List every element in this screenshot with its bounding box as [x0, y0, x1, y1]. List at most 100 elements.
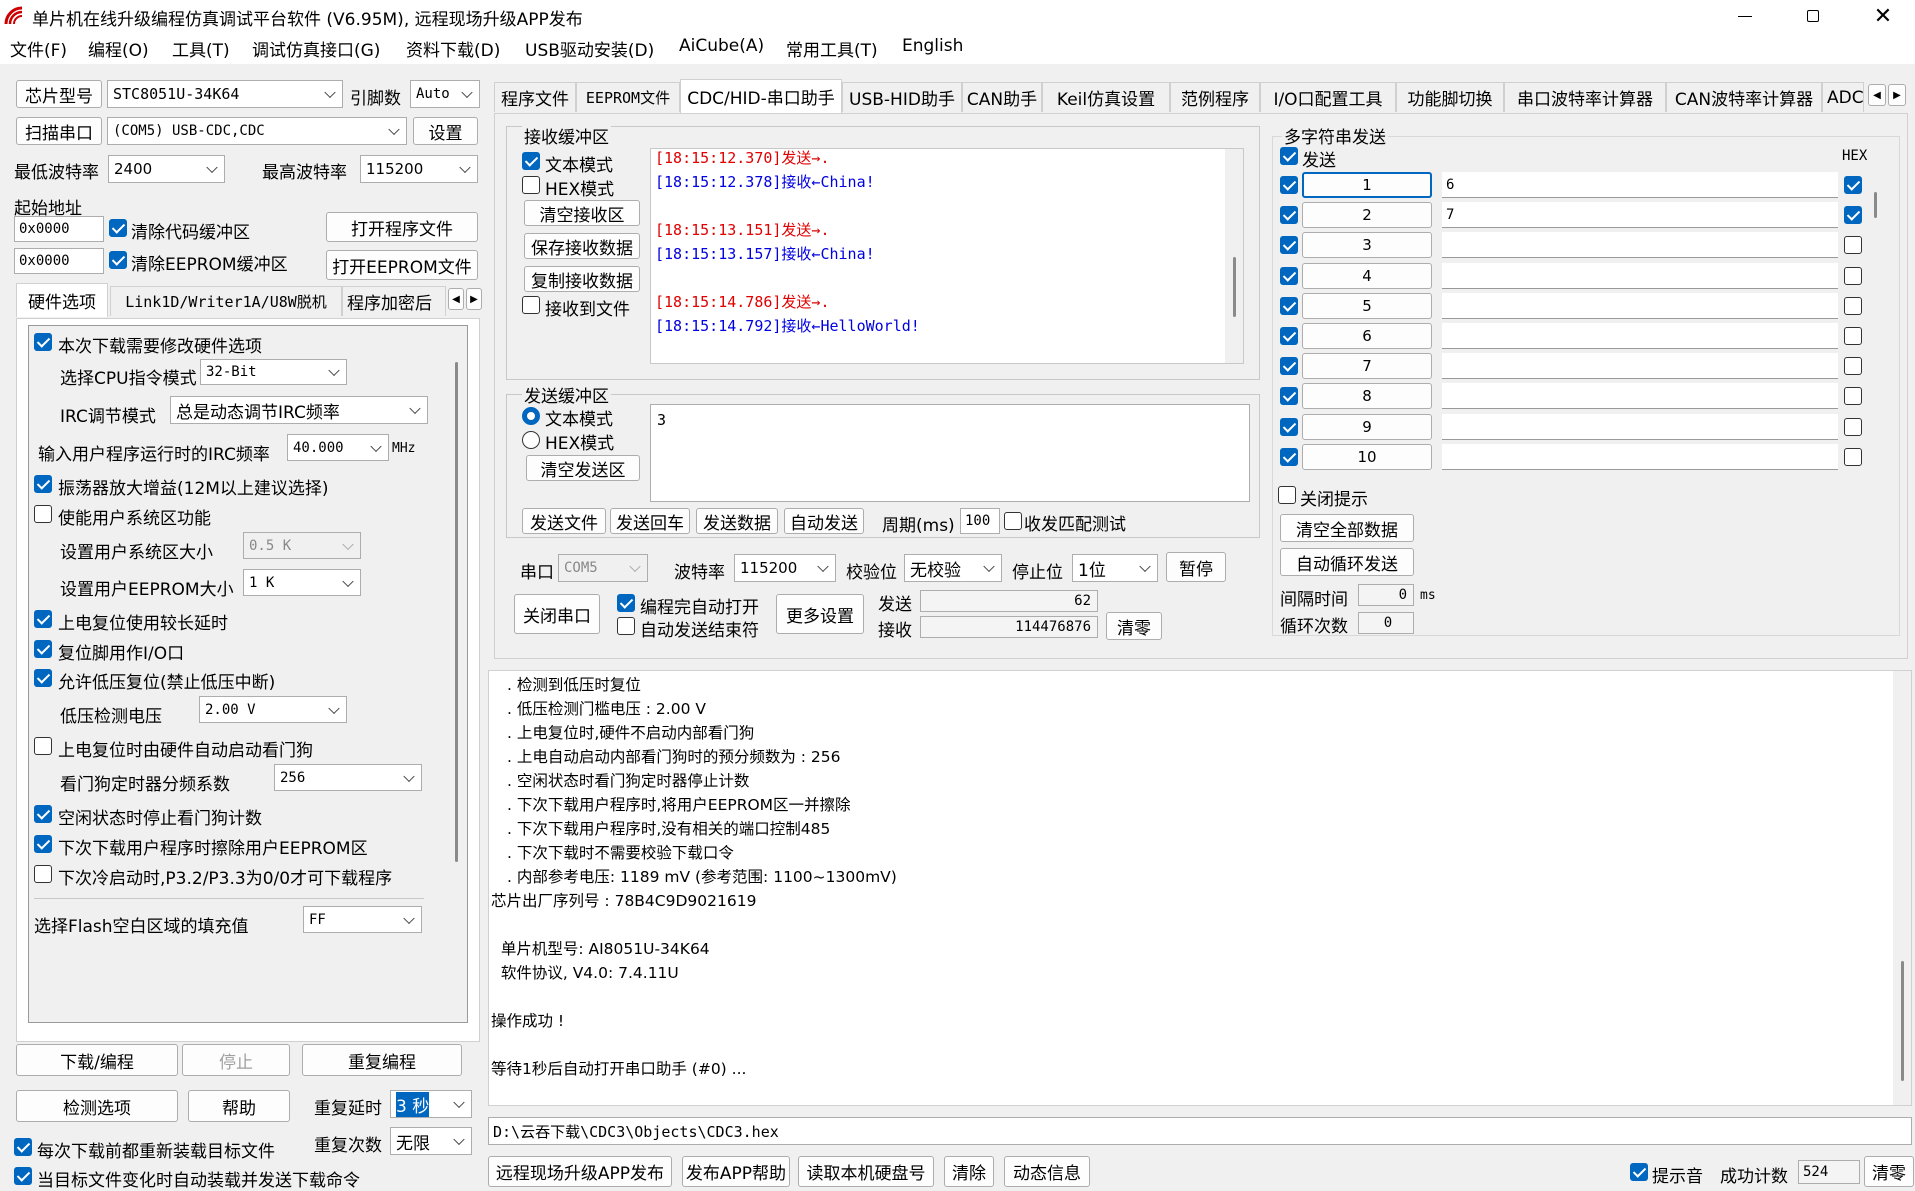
multi-row-hex-checkbox[interactable] — [1844, 206, 1862, 225]
tab-hardware-options[interactable]: 硬件选项 — [16, 283, 108, 317]
period-field[interactable]: 100 — [960, 508, 1000, 534]
port-select[interactable]: (COM5) USB-CDC,CDC — [107, 117, 407, 145]
settings-button[interactable]: 设置 — [413, 117, 478, 145]
reprogram-button[interactable]: 重复编程 — [302, 1044, 462, 1076]
min-baud-select[interactable]: 2400 — [108, 155, 225, 183]
multi-row-hex-checkbox[interactable] — [1844, 266, 1862, 285]
multi-string-field[interactable] — [1442, 232, 1838, 259]
multi-row-checkbox[interactable] — [1280, 357, 1298, 376]
menu-aicube[interactable]: AiCube(A) — [679, 36, 764, 56]
multi-send-button-1[interactable]: 1 — [1302, 172, 1432, 198]
sound-checkbox[interactable] — [1630, 1163, 1648, 1181]
cold-boot-checkbox[interactable] — [34, 865, 52, 883]
tab-pin-switch[interactable]: 功能脚切换 — [1396, 82, 1504, 112]
interval-field[interactable]: 0 — [1358, 584, 1414, 606]
multi-row-checkbox[interactable] — [1280, 417, 1298, 436]
scan-port-button[interactable]: 扫描串口 — [16, 117, 102, 145]
read-disk-button[interactable]: 读取本机硬盘号 — [798, 1156, 934, 1187]
stopbits-select[interactable]: 1位 — [1072, 554, 1158, 582]
tab-baud-calc[interactable]: 串口波特率计算器 — [1504, 82, 1666, 112]
multi-row-hex-checkbox[interactable] — [1844, 387, 1862, 406]
serial-port-select[interactable]: COM5 — [558, 554, 648, 582]
recv-text-mode-checkbox[interactable] — [522, 152, 540, 170]
multi-row-hex-checkbox[interactable] — [1844, 176, 1862, 194]
menu-file[interactable]: 文件(F) — [10, 36, 67, 61]
open-eeprom-file-button[interactable]: 打开EEPROM文件 — [326, 250, 478, 280]
clear-code-checkbox[interactable] — [109, 219, 127, 237]
clear-receive-button[interactable]: 清空接收区 — [524, 200, 640, 226]
pause-button[interactable]: 暂停 — [1166, 552, 1226, 582]
irc-freq-select[interactable]: 40.000 — [287, 434, 389, 461]
idle-stop-checkbox[interactable] — [34, 805, 52, 823]
lv-reset-checkbox[interactable] — [34, 669, 52, 687]
tab-encryption[interactable]: 程序加密后 — [342, 286, 446, 316]
osc-gain-checkbox[interactable] — [34, 475, 52, 493]
baud-select[interactable]: 115200 — [734, 554, 836, 582]
multi-row-checkbox[interactable] — [1280, 206, 1298, 225]
save-receive-button[interactable]: 保存接收数据 — [524, 233, 640, 259]
auto-reload-checkbox[interactable] — [14, 1167, 32, 1185]
menu-common-tools[interactable]: 常用工具(T) — [786, 36, 878, 61]
multi-send-button-8[interactable]: 8 — [1302, 383, 1432, 410]
lv-voltage-select[interactable]: 2.00 V — [199, 696, 347, 723]
auto-send-end-checkbox[interactable] — [617, 617, 635, 635]
reload-checkbox[interactable] — [14, 1138, 32, 1156]
modify-hw-checkbox[interactable] — [34, 333, 52, 351]
send-text-area[interactable]: 3 — [650, 404, 1250, 502]
max-baud-select[interactable]: 115200 — [360, 155, 478, 183]
sys-size-select[interactable]: 0.5 K — [243, 532, 361, 559]
user-sys-checkbox[interactable] — [34, 505, 52, 523]
dynamic-info-button[interactable]: 动态信息 — [1004, 1156, 1090, 1187]
multi-string-field[interactable] — [1442, 443, 1838, 470]
clear-send-button[interactable]: 清空发送区 — [526, 455, 640, 481]
minimize-button[interactable] — [1725, 3, 1765, 29]
multi-string-field[interactable] — [1442, 383, 1838, 410]
multi-string-field[interactable] — [1442, 353, 1838, 380]
multi-send-button-10[interactable]: 10 — [1302, 443, 1432, 470]
flash-fill-select[interactable]: FF — [303, 906, 422, 933]
close-tip-checkbox[interactable] — [1278, 486, 1296, 504]
help-button[interactable]: 帮助 — [188, 1090, 290, 1122]
tab-scroll-right[interactable]: ▶ — [466, 288, 482, 310]
recv-hex-mode-checkbox[interactable] — [522, 176, 540, 194]
menu-english[interactable]: English — [902, 36, 963, 56]
multi-send-button-3[interactable]: 3 — [1302, 232, 1432, 259]
multi-send-button-7[interactable]: 7 — [1302, 353, 1432, 380]
eeprom-address-field[interactable]: 0x0000 — [14, 248, 104, 274]
tab-eeprom-file[interactable]: EEPROM文件 — [576, 82, 680, 112]
chip-model-select[interactable]: STC8051U-34K64 — [107, 80, 343, 108]
send-text-mode-radio[interactable] — [522, 407, 540, 425]
tab-keil[interactable]: Keil仿真设置 — [1042, 82, 1170, 112]
multi-row-checkbox[interactable] — [1280, 447, 1298, 466]
check-options-button[interactable]: 检测选项 — [16, 1090, 178, 1122]
more-settings-button[interactable]: 更多设置 — [776, 594, 864, 634]
close-icon[interactable]: ✕ — [1863, 3, 1903, 29]
multi-string-field[interactable] — [1442, 413, 1838, 440]
multi-send-button-6[interactable]: 6 — [1302, 323, 1432, 349]
multi-row-checkbox[interactable] — [1280, 236, 1298, 255]
multi-row-checkbox[interactable] — [1280, 387, 1298, 406]
multi-send-button-5[interactable]: 5 — [1302, 292, 1432, 319]
multi-row-hex-checkbox[interactable] — [1844, 447, 1862, 466]
wdt-div-select[interactable]: 256 — [274, 764, 422, 791]
remote-app-button[interactable]: 远程现场升级APP发布 — [488, 1156, 672, 1187]
long-delay-checkbox[interactable] — [34, 610, 52, 628]
multi-send-all-checkbox[interactable] — [1280, 147, 1298, 165]
multi-send-button-9[interactable]: 9 — [1302, 413, 1432, 440]
menu-usb[interactable]: USB驱动安装(D) — [525, 36, 654, 61]
eeprom-size-select[interactable]: 1 K — [243, 569, 361, 596]
cpu-mode-select[interactable]: 32-Bit — [200, 359, 347, 385]
send-file-button[interactable]: 发送文件 — [522, 508, 606, 534]
multi-send-button-4[interactable]: 4 — [1302, 262, 1432, 289]
app-help-button[interactable]: 发布APP帮助 — [682, 1156, 790, 1187]
tab-can-baud-calc[interactable]: CAN波特率计算器 — [1666, 82, 1822, 112]
tab-program-file[interactable]: 程序文件 — [494, 82, 576, 112]
multi-row-checkbox[interactable] — [1280, 296, 1298, 315]
repeat-delay-select[interactable]: 3 秒 — [390, 1090, 472, 1118]
stop-button[interactable]: 停止 — [182, 1044, 290, 1076]
right-tab-scroll-right[interactable]: ▶ — [1888, 84, 1906, 106]
receive-scrollbar[interactable] — [1225, 149, 1243, 363]
code-address-field[interactable]: 0x0000 — [14, 216, 104, 242]
clear-all-data-button[interactable]: 清空全部数据 — [1280, 514, 1414, 542]
reset-counters-button[interactable]: 清零 — [1106, 612, 1162, 640]
